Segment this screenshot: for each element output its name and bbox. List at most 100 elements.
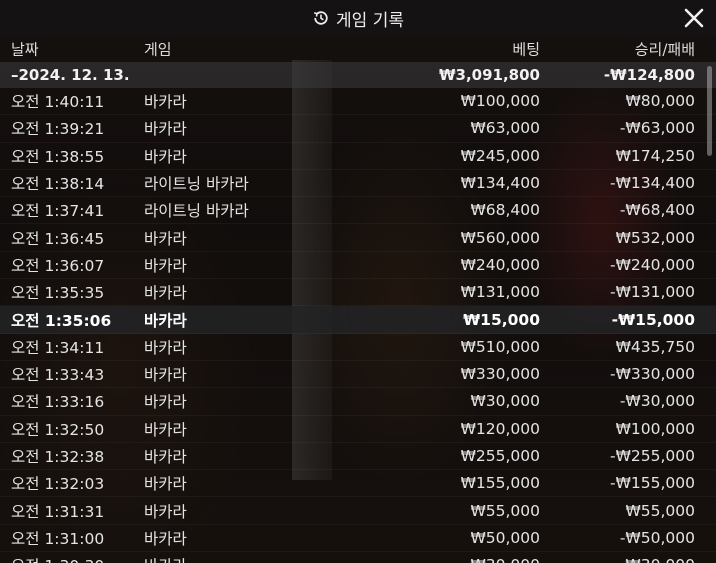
row-bet: ₩30,000 — [470, 556, 540, 563]
row-time: 오전 1:31:00 — [11, 529, 105, 548]
scrollbar[interactable] — [707, 62, 712, 563]
row-game: 바카라 — [144, 529, 187, 548]
row-game: 바카라 — [144, 338, 187, 357]
row-result: -₩131,000 — [609, 283, 695, 302]
summary-date: –2024. 12. 13. — [11, 66, 130, 84]
row-result: -₩240,000 — [609, 255, 695, 274]
scrollbar-thumb[interactable] — [707, 66, 712, 156]
row-bet: ₩30,000 — [470, 392, 540, 411]
row-game: 바카라 — [144, 311, 187, 330]
column-header-bet: 베팅 — [512, 40, 540, 59]
row-game: 바카라 — [144, 366, 187, 385]
row-time: 오전 1:33:43 — [11, 366, 105, 385]
row-bet: ₩240,000 — [460, 255, 540, 274]
row-result: -₩15,000 — [611, 310, 695, 329]
table-row[interactable]: 오전 1:35:06 바카라 ₩15,000 -₩15,000 — [0, 306, 716, 334]
row-bet: ₩131,000 — [460, 283, 540, 302]
row-game: 바카라 — [144, 502, 187, 521]
game-history-list: 오전 1:40:11 바카라 ₩100,000 ₩80,000 오전 1:39:21 바카… — [0, 88, 716, 563]
table-row[interactable]: 오전 1:33:43 바카라 ₩330,000 -₩330,000 — [0, 361, 716, 389]
row-bet: ₩68,400 — [470, 201, 540, 220]
row-bet: ₩134,400 — [460, 174, 540, 193]
modal-title-group: 게임 기록 — [312, 6, 404, 31]
row-game: 바카라 — [144, 554, 187, 563]
row-time: 오전 1:31:31 — [11, 502, 105, 521]
summary-result-total: -₩124,800 — [603, 66, 695, 84]
row-game: 바카라 — [144, 284, 187, 303]
close-button[interactable] — [682, 6, 706, 30]
summary-bet-total: ₩3,091,800 — [438, 66, 540, 84]
table-row[interactable]: 오전 1:35:35 바카라 ₩131,000 -₩131,000 — [0, 279, 716, 307]
row-result: -₩30,000 — [619, 392, 695, 411]
table-row[interactable]: 오전 1:30:30 바카라 ₩30,000 -₩30,000 — [0, 552, 716, 563]
row-result: ₩435,750 — [615, 337, 695, 356]
row-time: 오전 1:37:41 — [11, 202, 105, 221]
row-game: 바카라 — [144, 420, 187, 439]
column-header-date: 날짜 — [11, 40, 39, 59]
row-time: 오전 1:38:14 — [11, 175, 105, 194]
table-row[interactable]: 오전 1:37:41 라이트닝 바카라 ₩68,400 -₩68,400 — [0, 197, 716, 225]
row-result: ₩100,000 — [615, 419, 695, 438]
row-bet: ₩330,000 — [460, 365, 540, 384]
row-game: 바카라 — [144, 229, 187, 248]
row-result: ₩80,000 — [625, 92, 695, 111]
table-row[interactable]: 오전 1:33:16 바카라 ₩30,000 -₩30,000 — [0, 388, 716, 416]
table-row[interactable]: 오전 1:36:07 바카라 ₩240,000 -₩240,000 — [0, 252, 716, 280]
row-time: 오전 1:35:35 — [11, 284, 105, 303]
row-time: 오전 1:36:07 — [11, 256, 105, 275]
row-result: -₩30,000 — [620, 556, 695, 563]
table-row[interactable]: 오전 1:38:55 바카라 ₩245,000 ₩174,250 — [0, 143, 716, 170]
row-time: 오전 1:40:11 — [11, 93, 105, 112]
row-time: 오전 1:36:45 — [11, 229, 105, 248]
row-game: 바카라 — [144, 393, 187, 412]
column-header-game: 게임 — [144, 40, 172, 59]
modal-header: 게임 기록 — [0, 0, 716, 36]
row-bet: ₩120,000 — [460, 419, 540, 438]
row-bet: ₩15,000 — [463, 310, 540, 329]
row-bet: ₩245,000 — [460, 146, 540, 165]
table-header: 날짜 게임 베팅 승리/패배 — [0, 36, 716, 62]
table-row[interactable]: 오전 1:32:38 바카라 ₩255,000 -₩255,000 — [0, 443, 716, 471]
table-row[interactable]: 오전 1:31:00 바카라 ₩50,000 -₩50,000 — [0, 525, 716, 553]
row-bet: ₩50,000 — [470, 528, 540, 547]
row-time: 오전 1:32:03 — [11, 475, 105, 494]
row-result: ₩532,000 — [615, 228, 695, 247]
table-row[interactable]: 오전 1:32:03 바카라 ₩155,000 -₩155,000 — [0, 470, 716, 498]
row-bet: ₩255,000 — [460, 447, 540, 465]
row-result: -₩155,000 — [609, 474, 695, 493]
row-game: 바카라 — [144, 147, 187, 166]
table-row[interactable]: 오전 1:39:21 바카라 ₩63,000 -₩63,000 — [0, 115, 716, 143]
close-icon — [684, 8, 704, 28]
table-row[interactable]: 오전 1:34:11 바카라 ₩510,000 ₩435,750 — [0, 334, 716, 361]
row-bet: ₩100,000 — [460, 92, 540, 111]
row-bet: ₩510,000 — [460, 337, 540, 356]
row-result: ₩174,250 — [615, 146, 695, 165]
table-row[interactable]: 오전 1:38:14 라이트닝 바카라 ₩134,400 -₩134,400 — [0, 170, 716, 198]
row-time: 오전 1:35:06 — [11, 311, 112, 330]
row-bet: ₩560,000 — [460, 228, 540, 247]
row-time: 오전 1:33:16 — [11, 393, 105, 412]
row-result: ₩55,000 — [625, 501, 695, 520]
row-result: -₩134,400 — [609, 174, 695, 193]
row-result: -₩68,400 — [619, 201, 695, 220]
table-row[interactable]: 오전 1:40:11 바카라 ₩100,000 ₩80,000 — [0, 88, 716, 116]
row-game: 바카라 — [144, 256, 187, 275]
row-bet: ₩155,000 — [460, 474, 540, 493]
row-time: 오전 1:38:55 — [11, 147, 105, 166]
history-icon — [312, 9, 330, 27]
row-time: 오전 1:34:11 — [11, 338, 105, 357]
row-game: 바카라 — [144, 93, 187, 112]
row-time: 오전 1:32:38 — [11, 448, 105, 466]
row-game: 바카라 — [144, 475, 187, 494]
date-group-summary-row[interactable]: –2024. 12. 13. ₩3,091,800 -₩124,800 — [0, 62, 716, 88]
table-row[interactable]: 오전 1:31:31 바카라 ₩55,000 ₩55,000 — [0, 497, 716, 525]
row-time: 오전 1:39:21 — [11, 120, 105, 139]
row-result: -₩255,000 — [609, 447, 695, 465]
row-result: -₩63,000 — [619, 119, 695, 138]
row-game: 바카라 — [144, 120, 187, 139]
table-row[interactable]: 오전 1:32:50 바카라 ₩120,000 ₩100,000 — [0, 416, 716, 443]
row-game: 바카라 — [144, 448, 187, 466]
row-time: 오전 1:30:30 — [11, 554, 104, 563]
row-result: -₩50,000 — [619, 528, 695, 547]
table-row[interactable]: 오전 1:36:45 바카라 ₩560,000 ₩532,000 — [0, 224, 716, 252]
